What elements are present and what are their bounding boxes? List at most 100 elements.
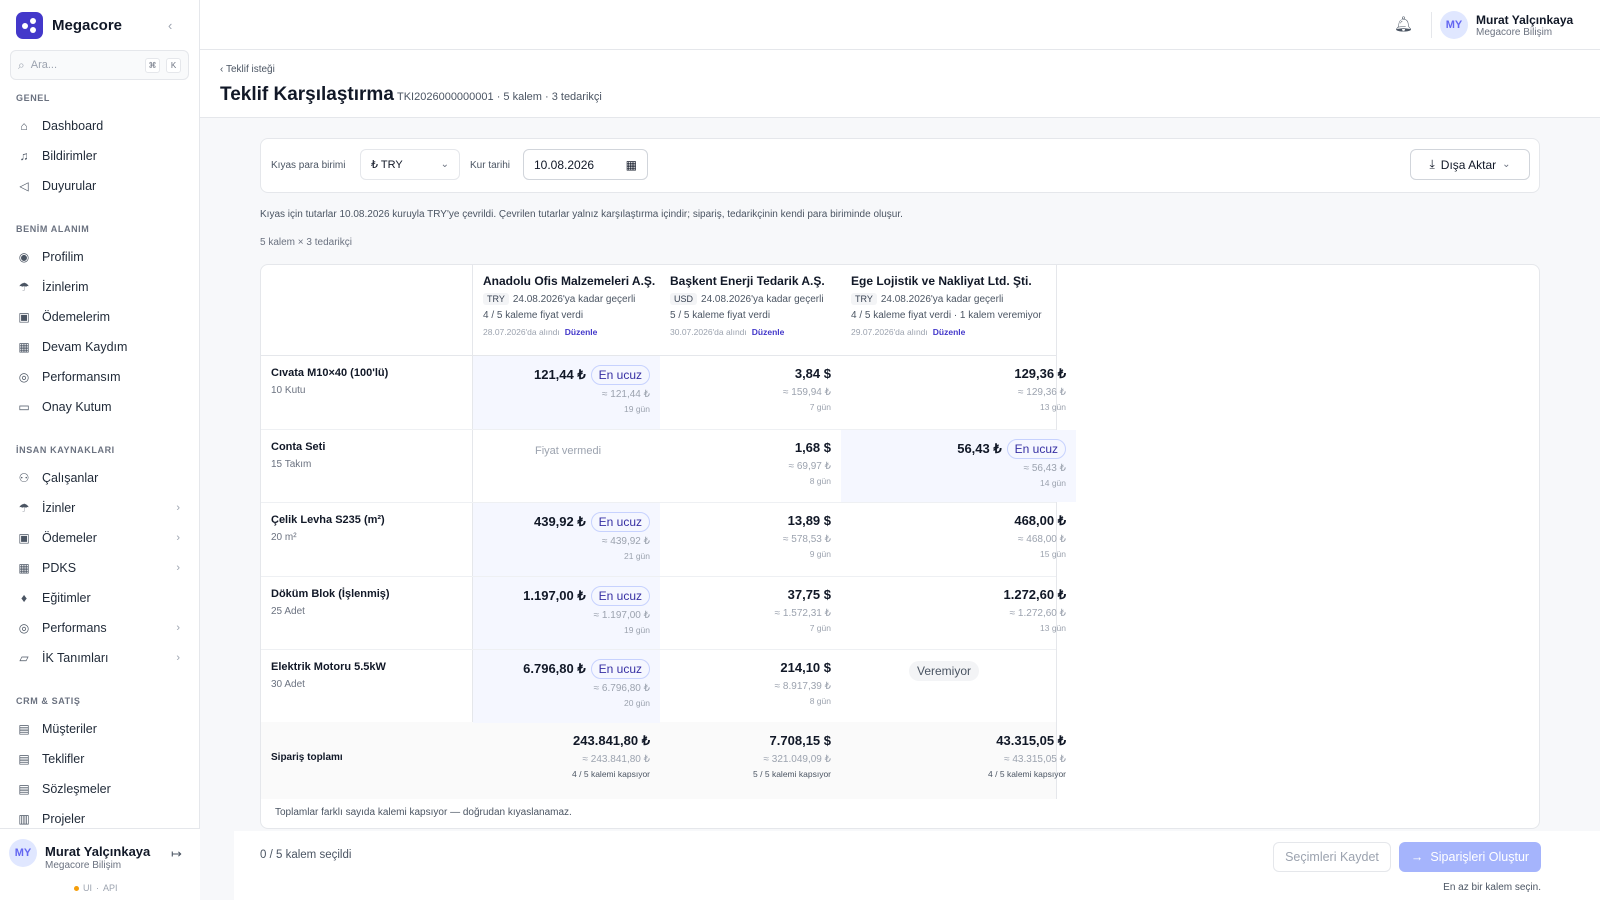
- header-user-name[interactable]: Murat Yalçınkaya: [1476, 13, 1573, 27]
- converted-price: ≈ 1.572,31 ₺: [774, 607, 831, 619]
- price-cell[interactable]: 214,10 $ ≈ 8.917,39 ₺ 8 gün: [660, 659, 831, 706]
- edit-supplier-link[interactable]: Düzenle: [565, 327, 598, 337]
- sidebar-item-label: Onay Kutum: [42, 400, 112, 414]
- edit-supplier-link[interactable]: Düzenle: [933, 327, 966, 337]
- collapse-sidebar-icon[interactable]: ‹: [168, 18, 172, 33]
- total-price: 243.841,80 ₺: [573, 733, 650, 748]
- price-line: 3,84 $: [660, 365, 831, 383]
- section-title-genel: GENEL: [16, 93, 51, 103]
- avatar[interactable]: MY: [1440, 11, 1468, 39]
- sidebar-item-ik-tanimlari[interactable]: ▱ İK Tanımları ›: [16, 645, 190, 671]
- sidebar-item-odemelerim[interactable]: ▣ Ödemelerim: [16, 304, 190, 330]
- save-selections-button[interactable]: Seçimleri Kaydet: [1273, 842, 1391, 872]
- totals-label: Sipariş toplamı: [271, 752, 343, 763]
- sidebar-item-pdks[interactable]: ▦ PDKS ›: [16, 555, 190, 581]
- supplier-coverage: 5 / 5 kaleme fiyat verdi: [670, 310, 771, 321]
- price-cell[interactable]: 129,36 ₺ ≈ 129,36 ₺ 13 gün: [841, 365, 1066, 412]
- delivery-days: 20 gün: [624, 698, 650, 708]
- chevron-right-icon: ›: [176, 532, 180, 544]
- supplier-coverage: 4 / 5 kaleme fiyat verdi · 1 kalem verem…: [851, 310, 1042, 321]
- supplier-coverage: 4 / 5 kaleme fiyat verdi: [483, 310, 584, 321]
- price-cell[interactable]: 439,92 ₺ En ucuz ≈ 439,92 ₺ 21 gün: [473, 512, 650, 561]
- price-cell[interactable]: 56,43 ₺ En ucuz ≈ 56,43 ₺ 14 gün: [841, 438, 1066, 488]
- price-cell[interactable]: 6.796,80 ₺ En ucuz ≈ 6.796,80 ₺ 20 gün: [473, 659, 650, 708]
- breadcrumb[interactable]: ‹ Teklif isteği: [220, 64, 275, 75]
- price-cell[interactable]: 13,89 $ ≈ 578,53 ₺ 9 gün: [660, 512, 831, 559]
- offer-price: 6.796,80 ₺: [523, 661, 586, 676]
- rate-date-input[interactable]: 10.08.2026 ▦: [523, 149, 648, 180]
- total-cell: 43.315,05 ₺ ≈ 43.315,05 ₺ 4 / 5 kalemi kap…: [841, 732, 1066, 779]
- supplier-validity: TRY 24.08.2026'ya kadar geçerli: [483, 293, 690, 305]
- supplier-received-date: 29.07.2026'da alındı: [851, 327, 928, 337]
- price-cell[interactable]: 121,44 ₺ En ucuz ≈ 121,44 ₺ 19 gün: [473, 365, 650, 414]
- sidebar-item-devam-kaydim[interactable]: ▦ Devam Kaydım: [16, 334, 190, 360]
- price-cell[interactable]: 468,00 ₺ ≈ 468,00 ₺ 15 gün: [841, 512, 1066, 559]
- price-cell[interactable]: 1,68 $ ≈ 69,97 ₺ 8 gün: [660, 439, 831, 486]
- sidebar-item-egitimler[interactable]: ♦ Eğitimler: [16, 585, 190, 611]
- sidebar-item-izinlerim[interactable]: ☂ İzinlerim: [16, 274, 190, 300]
- sidebar-item-label: Ödemelerim: [42, 310, 111, 324]
- logout-icon[interactable]: ↦: [171, 846, 182, 862]
- delivery-days: 9 gün: [809, 549, 831, 559]
- supplier-validity: USD 24.08.2026'ya kadar geçerli: [670, 293, 871, 305]
- supplier-header: Anadolu Ofis Malzemeleri A.Ş. TRY 24.08.20…: [483, 274, 690, 337]
- avatar[interactable]: MY: [9, 839, 37, 867]
- sidebar-item-label: Performansım: [42, 370, 121, 384]
- page-header: ‹ Teklif isteği Teklif Karşılaştırma TKI…: [200, 50, 1600, 118]
- section-title-benim-alanim: BENİM ALANIM: [16, 224, 90, 234]
- offer-price: 1.197,00 ₺: [523, 587, 586, 603]
- supplier-currency: TRY: [851, 293, 877, 305]
- total-price: 43.315,05 ₺: [996, 733, 1066, 748]
- action-bar: 0 / 5 kalem seçildi Seçimleri Kaydet → S…: [234, 831, 1600, 900]
- sidebar-item-duyurular[interactable]: ◁ Duyurular: [16, 173, 190, 199]
- sidebar-item-performansim[interactable]: ◎ Performansım: [16, 364, 190, 390]
- sidebar-item-musteriler[interactable]: ▤ Müşteriler: [16, 716, 190, 742]
- brand[interactable]: Megacore: [16, 12, 122, 39]
- sidebar-item-izinler[interactable]: ☂ İzinler ›: [16, 495, 190, 521]
- umbrella-icon: ☂: [18, 501, 30, 515]
- totals-note: Toplamlar farklı sayıda kalemi kapsıyor …: [275, 807, 572, 818]
- arrow-right-icon: →: [1410, 850, 1424, 864]
- edit-supplier-link[interactable]: Düzenle: [752, 327, 785, 337]
- export-button[interactable]: ⤓ Dışa Aktar ⌄: [1410, 149, 1530, 180]
- sidebar-item-label: Ödemeler: [42, 531, 97, 545]
- search-input[interactable]: ⌕ Ara... ⌘ K: [10, 50, 189, 80]
- converted-price: ≈ 8.917,39 ₺: [774, 681, 831, 692]
- sidebar-item-performans[interactable]: ◎ Performans ›: [16, 615, 190, 641]
- sidebar-item-bildirimler[interactable]: ♫ Bildirimler: [16, 143, 190, 169]
- page-title: Teklif Karşılaştırma: [220, 84, 394, 105]
- sidebar-item-onay-kutum[interactable]: ▭ Onay Kutum: [16, 394, 190, 420]
- price-cell[interactable]: 3,84 $ ≈ 159,94 ₺ 7 gün: [660, 365, 831, 412]
- currency-select[interactable]: ₺ TRY ⌄: [360, 149, 460, 180]
- price-cell[interactable]: 1.272,60 ₺ ≈ 1.272,60 ₺ 13 gün: [841, 586, 1067, 633]
- offer-price: 439,92 ₺: [533, 514, 586, 529]
- offer-price: 56,43 ₺: [957, 440, 1002, 456]
- create-orders-button[interactable]: → Siparişleri Oluştur: [1399, 842, 1541, 872]
- sidebar-item-odemeler[interactable]: ▣ Ödemeler ›: [16, 525, 190, 551]
- comparison-table: Anadolu Ofis Malzemeleri A.Ş. TRY 24.08.20…: [260, 264, 1540, 829]
- users-icon: ⚇: [18, 471, 30, 485]
- sidebar-item-profilim[interactable]: ◉ Profilim: [16, 244, 190, 270]
- sidebar-item-sozlesmeler[interactable]: ▤ Sözleşmeler: [16, 776, 190, 802]
- item-name: Çelik Levha S235 (m²): [271, 514, 385, 526]
- price-cell[interactable]: 1.197,00 ₺ En ucuz ≈ 1.197,00 ₺ 19 gün: [473, 585, 650, 635]
- delivery-days: 19 gün: [624, 624, 650, 635]
- sidebar-item-label: PDKS: [42, 561, 77, 575]
- chevron-right-icon: ›: [176, 622, 180, 634]
- calendar-icon[interactable]: ▦: [626, 158, 637, 172]
- header-user-org: Megacore Bilişim: [1476, 27, 1553, 38]
- price-cell[interactable]: 37,75 $ ≈ 1.572,31 ₺ 7 gün: [660, 586, 831, 633]
- sidebar-item-calisanlar[interactable]: ⚇ Çalışanlar: [16, 465, 190, 491]
- sidebar-item-dashboard[interactable]: ⌂ Dashboard: [16, 113, 190, 139]
- converted-price: ≈ 69,97 ₺: [788, 460, 831, 472]
- price-line: 56,43 ₺ En ucuz: [841, 438, 1066, 459]
- price-line: 1.197,00 ₺ En ucuz: [473, 585, 650, 606]
- price-line: 129,36 ₺: [841, 365, 1066, 383]
- sidebar-user-panel: MY Murat Yalçınkaya Megacore Bilişim ↦ U…: [0, 828, 200, 900]
- graduation-cap-icon: ♦: [20, 591, 28, 605]
- converted-price: ≈ 439,92 ₺: [602, 536, 650, 547]
- document-icon: ▤: [18, 752, 30, 766]
- notifications-bell-icon[interactable]: 🔔︎: [1394, 15, 1413, 33]
- sidebar-item-label: Projeler: [42, 812, 86, 826]
- sidebar-item-teklifler[interactable]: ▤ Teklifler: [16, 746, 190, 772]
